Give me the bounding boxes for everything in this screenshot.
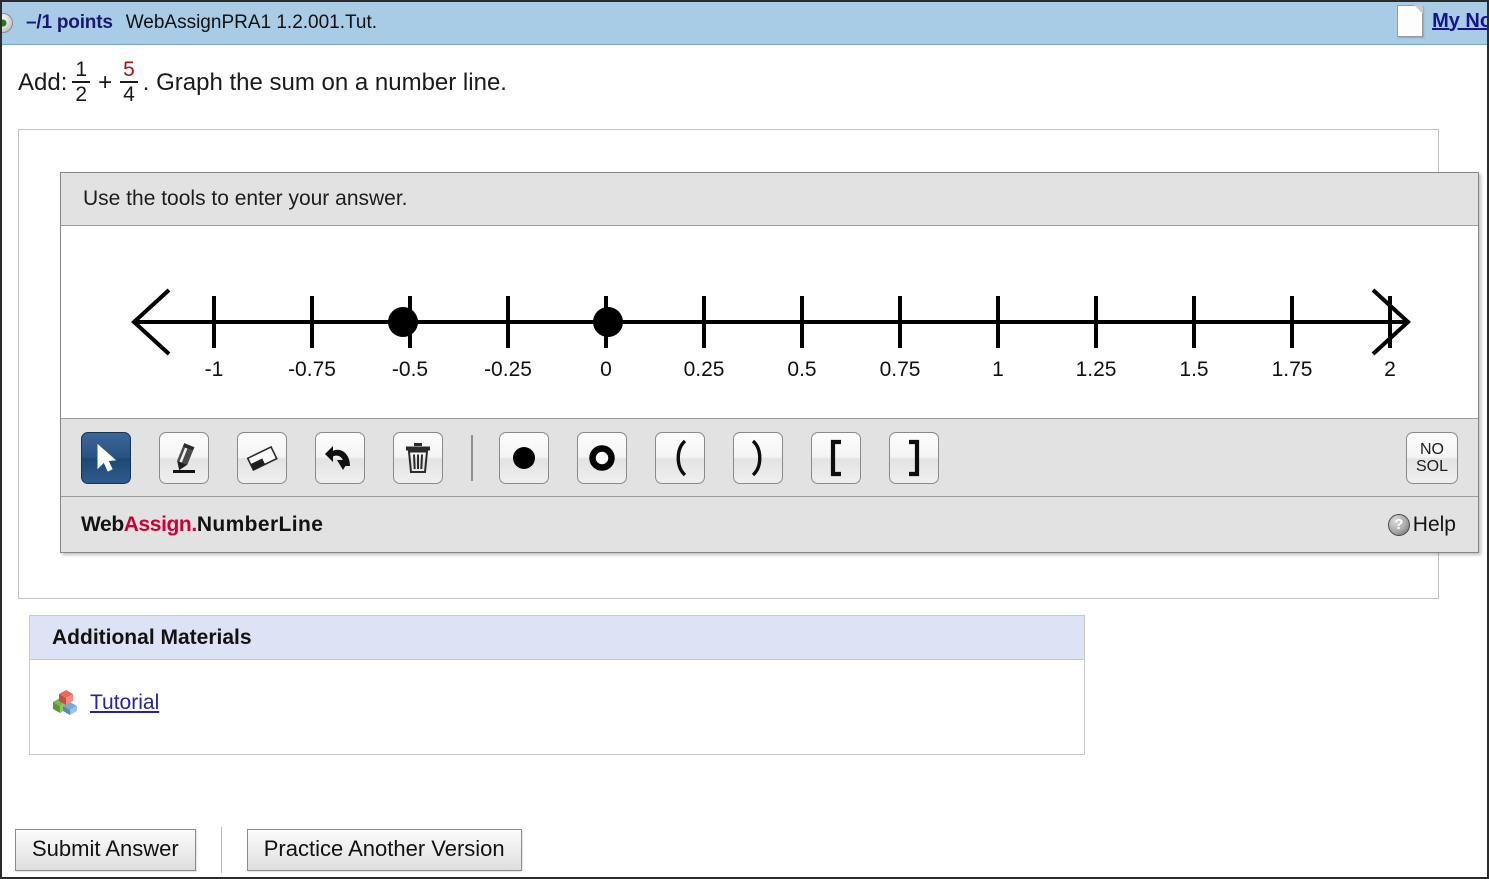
pencil-icon	[173, 442, 195, 473]
undo-tool-button[interactable]	[315, 431, 365, 484]
svg-text:-0.75: -0.75	[288, 358, 336, 381]
tool-panel-footer: WebAssign.NumberLine ? Help	[61, 497, 1478, 552]
left-bracket-tool-button[interactable]	[811, 431, 861, 484]
button-separator	[220, 827, 222, 873]
open-dot-tool-button[interactable]	[577, 431, 627, 484]
svg-text:2: 2	[1384, 358, 1396, 381]
numberline-canvas[interactable]: -1 -0.75 -0.5 -0.25 0 0.25 0.5 0.75 1 1.…	[61, 226, 1478, 419]
svg-text:-0.25: -0.25	[484, 358, 532, 381]
svg-text:1.5: 1.5	[1179, 358, 1208, 381]
tutorial-link[interactable]: Tutorial	[90, 691, 159, 715]
tutorial-blocks-icon	[53, 690, 77, 715]
closed-dot-tool-button[interactable]	[499, 431, 549, 484]
no-solution-button[interactable]: NO SOL	[1406, 432, 1458, 484]
closed-point-marker	[593, 307, 623, 337]
help-link[interactable]: ? Help	[1387, 512, 1456, 537]
tick-labels: -1 -0.75 -0.5 -0.25 0 0.25 0.5 0.75 1 1.…	[205, 358, 1396, 381]
my-notes-link[interactable]: My Notes	[1397, 5, 1487, 37]
right-paren-tool-button[interactable]	[733, 431, 783, 484]
select-tool-button[interactable]	[81, 431, 131, 484]
question-operator: +	[98, 69, 113, 96]
brand-assign: Assign	[123, 512, 192, 536]
webassign-brand: WebAssign.NumberLine	[81, 513, 323, 537]
question-prefix: Add:	[18, 69, 68, 96]
svg-text:0.75: 0.75	[880, 358, 921, 381]
no-solution-line1: NO	[1420, 440, 1444, 458]
svg-text:0.5: 0.5	[787, 358, 816, 381]
svg-text:1.75: 1.75	[1272, 358, 1313, 381]
right-bracket-tool-button[interactable]	[889, 431, 939, 484]
question-mark-circle-icon: ?	[1387, 513, 1410, 536]
answer-container: Use the tools to enter your answer. -1 -…	[18, 129, 1479, 599]
form-actions: Submit Answer Practice Another Version	[15, 827, 522, 873]
svg-text:1.25: 1.25	[1076, 358, 1117, 381]
eraser-icon	[246, 445, 278, 471]
submit-answer-button[interactable]: Submit Answer	[15, 829, 196, 871]
eraser-tool-button[interactable]	[237, 431, 287, 484]
note-page-icon	[1397, 5, 1424, 37]
right-parenthesis-icon	[751, 439, 762, 476]
additional-materials-list: Tutorial	[30, 660, 1084, 716]
trash-can-icon	[406, 442, 430, 473]
fraction-two-numerator: 5	[123, 58, 135, 81]
svg-text:1: 1	[992, 358, 1004, 381]
left-bracket-icon	[830, 439, 841, 476]
question-page: –/1 points WebAssignPRA1 1.2.001.Tut. My…	[0, 0, 1489, 879]
cursor-arrow-icon	[97, 443, 117, 472]
fraction-two: 5 4	[120, 59, 138, 105]
closed-point-marker	[388, 307, 418, 337]
help-label: Help	[1412, 512, 1456, 536]
toolbar-separator	[471, 434, 473, 481]
additional-materials-section: Additional Materials Tutorial	[29, 615, 1085, 755]
question-suffix: . Graph the sum on a number line.	[142, 69, 507, 96]
filled-circle-icon	[513, 446, 535, 469]
right-bracket-icon	[909, 439, 920, 476]
additional-materials-heading: Additional Materials	[30, 616, 1084, 660]
open-circle-icon	[589, 444, 615, 471]
svg-text:-0.5: -0.5	[392, 358, 428, 381]
svg-text:0: 0	[600, 358, 612, 381]
undo-arrow-icon	[325, 445, 350, 470]
fraction-one: 1 2	[72, 58, 91, 105]
numberline-toolbar: NO SOL	[61, 419, 1478, 497]
question-code-label: WebAssignPRA1 1.2.001.Tut.	[125, 12, 378, 33]
no-solution-line2: SOL	[1415, 458, 1448, 475]
fraction-one-denominator: 2	[72, 81, 91, 105]
points-label: –/1 points	[26, 12, 113, 33]
left-paren-tool-button[interactable]	[655, 431, 705, 484]
my-notes-label: My Notes	[1432, 9, 1487, 32]
pencil-tool-button[interactable]	[159, 431, 209, 484]
practice-another-version-button[interactable]: Practice Another Version	[246, 829, 522, 871]
green-status-dot-icon	[2, 13, 13, 33]
svg-text:-1: -1	[205, 358, 224, 381]
numberline-svg: -1 -0.75 -0.5 -0.25 0 0.25 0.5 0.75 1 1.…	[131, 288, 1411, 381]
fraction-two-denominator: 4	[120, 81, 138, 105]
tool-panel-title: Use the tools to enter your answer.	[61, 173, 1478, 226]
delete-tool-button[interactable]	[393, 431, 443, 484]
numberline-tool-panel: Use the tools to enter your answer. -1 -…	[60, 172, 1479, 553]
brand-web: Web	[81, 512, 124, 536]
question-statement: Add: 1 2 + 5 4 . Graph the sum on a numb…	[18, 58, 507, 106]
fraction-one-numerator: 1	[75, 58, 88, 81]
question-header: –/1 points WebAssignPRA1 1.2.001.Tut. My…	[2, 2, 1487, 45]
brand-product: NumberLine	[196, 512, 324, 536]
svg-text:0.25: 0.25	[684, 358, 725, 381]
left-parenthesis-icon	[676, 439, 687, 476]
